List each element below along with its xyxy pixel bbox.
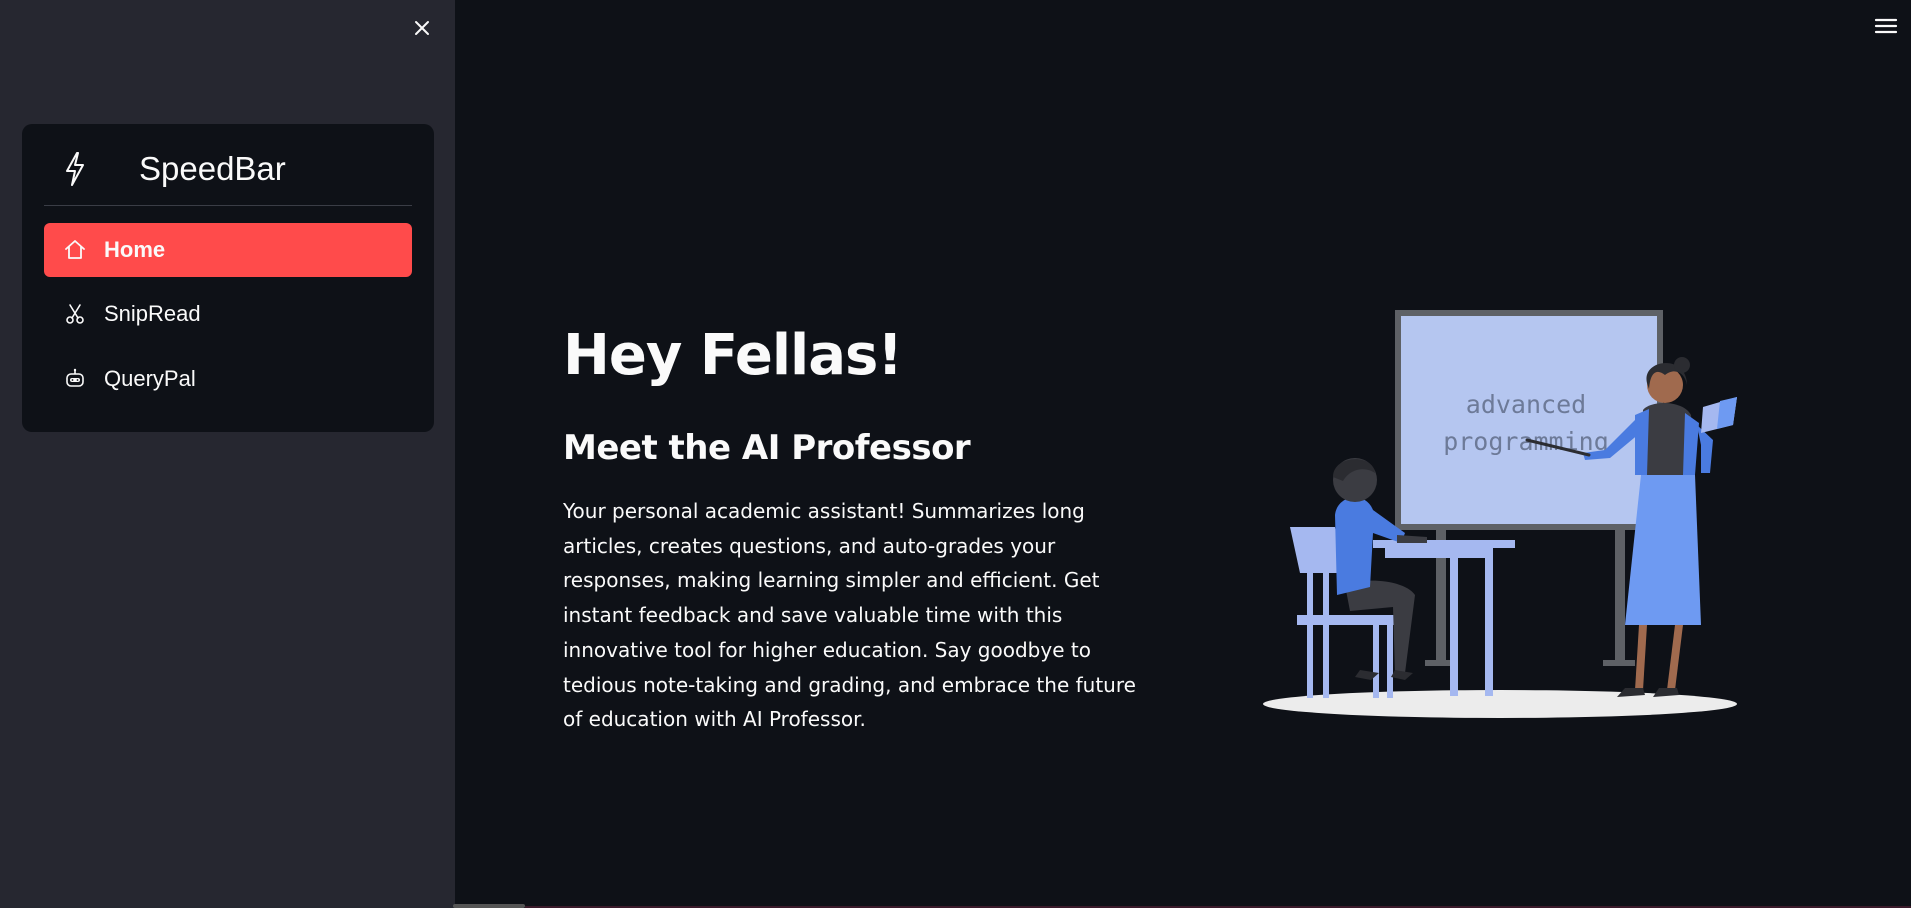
- horizontal-scrollbar[interactable]: [453, 904, 525, 908]
- house-icon: [65, 240, 85, 259]
- board-text-line2: programming: [1443, 427, 1609, 456]
- option-menu: SpeedBar Home SnipRead QueryPal: [22, 124, 434, 432]
- hamburger-icon: [1874, 18, 1898, 34]
- sidebar: SpeedBar Home SnipRead QueryPal: [0, 0, 455, 908]
- scissors-icon: [66, 304, 84, 324]
- nav-item-label: SnipRead: [104, 301, 201, 326]
- nav-item-label: QueryPal: [104, 366, 196, 391]
- bolt-icon: [66, 152, 84, 186]
- robot-icon: [66, 368, 84, 387]
- page-title: Hey Fellas!: [563, 323, 903, 388]
- nav-item-snipread[interactable]: SnipRead: [44, 287, 412, 341]
- menu-title: SpeedBar: [139, 150, 286, 187]
- nav-item-label: Home: [104, 237, 166, 262]
- nav-item-home[interactable]: Home: [44, 223, 412, 277]
- menu-header: SpeedBar: [44, 124, 412, 206]
- professor-illustration: advanced programming: [1263, 310, 1737, 718]
- board-text-line1: advanced: [1466, 390, 1586, 419]
- close-icon: [415, 21, 429, 35]
- close-sidebar-button[interactable]: [410, 16, 434, 40]
- main-menu-button[interactable]: [1874, 16, 1898, 36]
- description-text: Your personal academic assistant! Summar…: [563, 499, 1136, 732]
- page-subtitle: Meet the AI Professor: [563, 428, 971, 468]
- nav-item-querypal[interactable]: QueryPal: [44, 352, 412, 406]
